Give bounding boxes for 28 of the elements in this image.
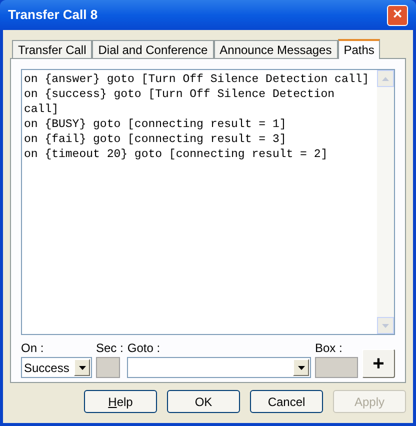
tab[interactable]: Dial and Conference (92, 40, 214, 58)
path-line[interactable]: on {BUSY} goto [connecting result = 1] (24, 117, 374, 132)
tab[interactable]: Paths (338, 39, 380, 59)
tab[interactable]: Transfer Call (12, 40, 92, 58)
dialog-button[interactable]: OK (167, 390, 240, 413)
window-title: Transfer Call 8 (8, 6, 98, 24)
box-field[interactable] (315, 357, 358, 378)
box-label: Box : (315, 340, 344, 357)
add-button[interactable]: + (362, 349, 395, 378)
on-label: On : (21, 340, 45, 357)
on-dropdown[interactable]: Success (21, 357, 92, 378)
tab[interactable]: Announce Messages (214, 40, 338, 58)
close-button[interactable]: × (387, 4, 408, 26)
scroll-down-icon[interactable] (377, 317, 394, 334)
paths-list[interactable] (21, 69, 395, 335)
sec-label: Sec : (96, 340, 124, 357)
goto-label: Goto : (127, 340, 162, 357)
dialog-button[interactable]: Cancel (250, 390, 323, 413)
path-line[interactable]: on {answer} goto [Turn Off Silence Detection call] (24, 72, 374, 87)
scroll-up-icon[interactable] (377, 70, 394, 87)
dialog-button[interactable]: Help (84, 390, 157, 413)
path-line[interactable]: on {fail} goto [connecting result = 3] (24, 132, 374, 147)
caret-icon (298, 366, 304, 370)
goto-dropdown[interactable] (127, 357, 311, 378)
sec-field[interactable] (96, 357, 120, 378)
path-line[interactable]: on {timeout 20} goto [connecting result = 2] (24, 147, 374, 162)
caret-icon (78, 366, 86, 370)
scrollbar[interactable] (377, 70, 394, 334)
